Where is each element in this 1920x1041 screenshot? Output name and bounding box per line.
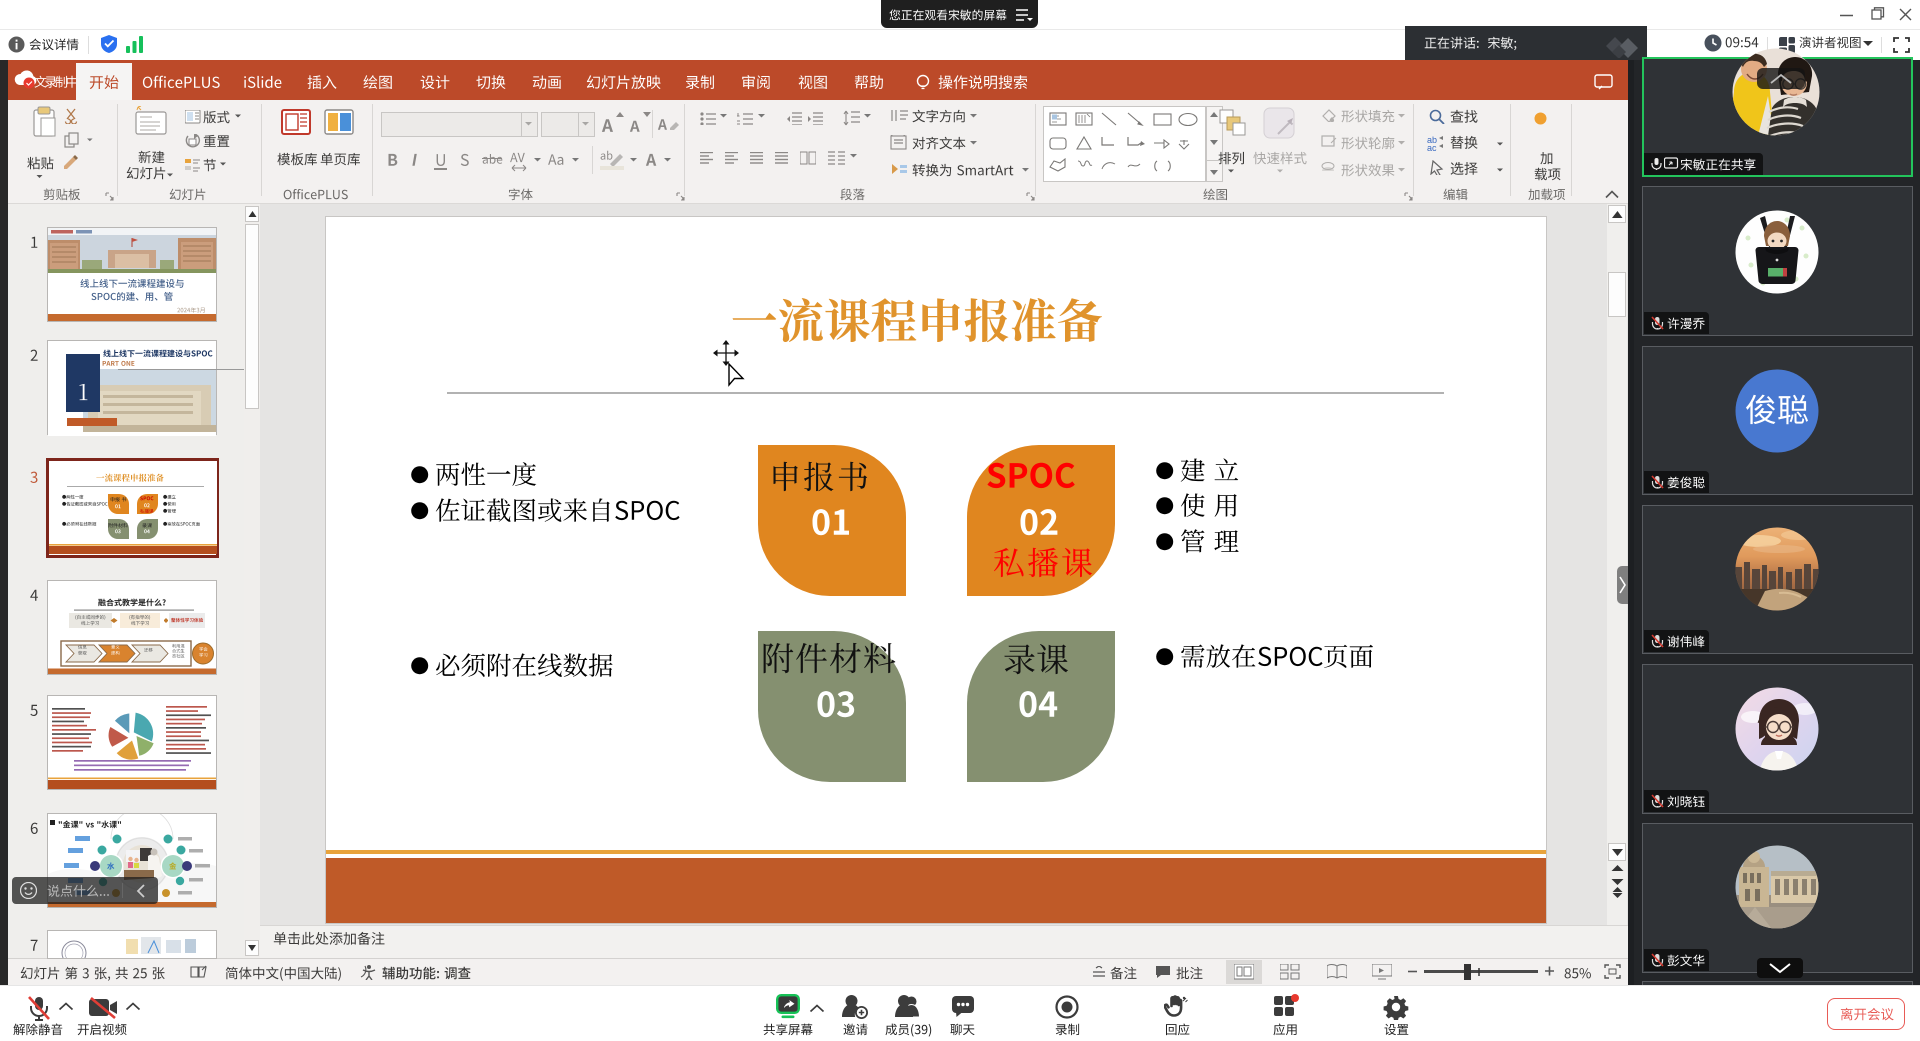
svg-text:ac: ac xyxy=(1427,143,1437,151)
